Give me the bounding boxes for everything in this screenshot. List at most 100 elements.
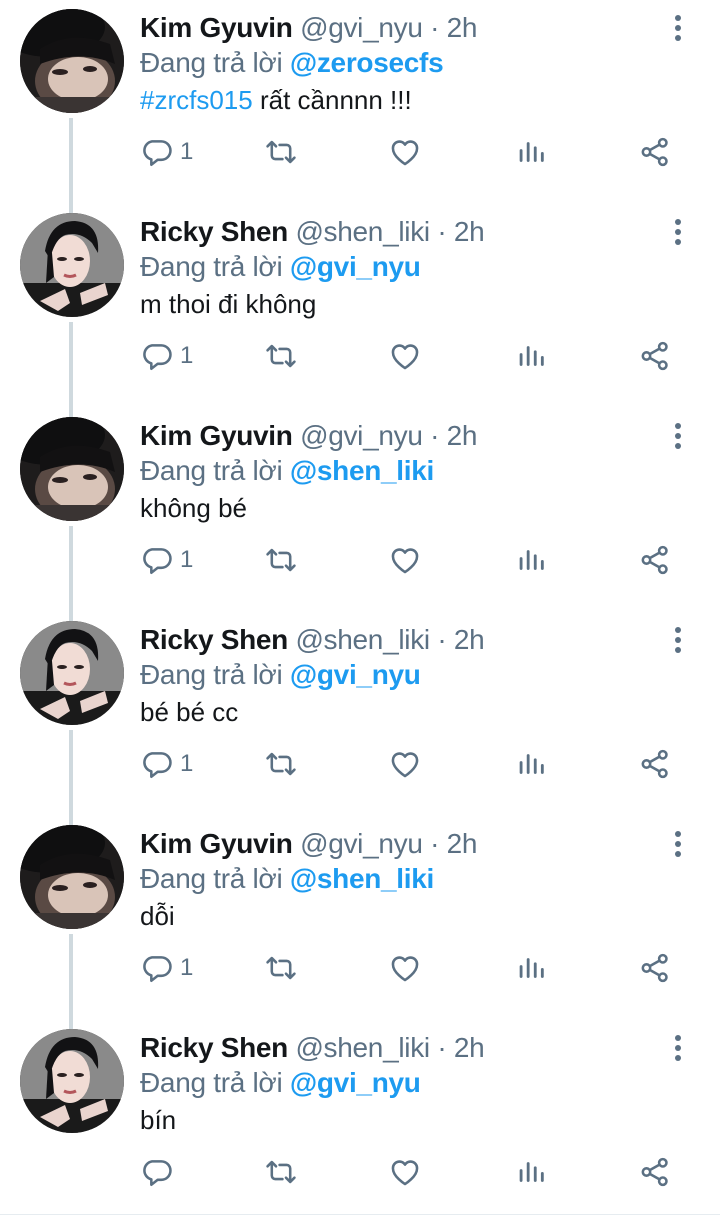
views-button[interactable] xyxy=(514,132,548,172)
views-button[interactable] xyxy=(514,1152,548,1192)
share-button[interactable] xyxy=(638,1152,672,1192)
reply-button[interactable]: 1 xyxy=(140,336,193,376)
tweet[interactable]: Kim Gyuvin @gvi_nyu · 2h Đang trả lời @z… xyxy=(0,0,720,204)
retweet-button[interactable] xyxy=(264,540,298,580)
reply-icon xyxy=(140,951,174,985)
separator-dot: · xyxy=(430,828,440,859)
views-button[interactable] xyxy=(514,948,548,988)
tweet[interactable]: Kim Gyuvin @gvi_nyu · 2h Đang trả lời @s… xyxy=(0,816,720,1020)
timestamp[interactable]: 2h xyxy=(447,828,478,859)
tweet-header: Kim Gyuvin @gvi_nyu · 2h xyxy=(140,418,477,454)
mention-link[interactable]: @shen_liki xyxy=(290,863,434,894)
action-bar xyxy=(0,1152,720,1192)
views-icon xyxy=(514,951,548,985)
tweet[interactable]: Ricky Shen @shen_liki · 2h Đang trả lời … xyxy=(0,204,720,408)
retweet-button[interactable] xyxy=(264,1152,298,1192)
replying-to-label: Đang trả lời xyxy=(140,47,283,78)
tweet[interactable]: Ricky Shen @shen_liki · 2h Đang trả lời … xyxy=(0,1020,720,1224)
retweet-button[interactable] xyxy=(264,132,298,172)
author-name[interactable]: Ricky Shen xyxy=(140,1032,288,1063)
reply-button[interactable]: 1 xyxy=(140,744,193,784)
action-bar: 1 xyxy=(0,132,720,172)
share-button[interactable] xyxy=(638,132,672,172)
retweet-icon xyxy=(264,135,298,169)
views-icon xyxy=(514,1155,548,1189)
reply-count: 1 xyxy=(180,342,194,369)
avatar[interactable] xyxy=(20,417,124,521)
more-vertical-icon[interactable] xyxy=(664,8,692,48)
like-button[interactable] xyxy=(388,744,422,784)
reply-count: 1 xyxy=(180,546,194,573)
retweet-icon xyxy=(264,747,298,781)
timestamp[interactable]: 2h xyxy=(454,1032,485,1063)
reply-button[interactable]: 1 xyxy=(140,948,193,988)
retweet-icon xyxy=(264,339,298,373)
tweet-header: Ricky Shen @shen_liki · 2h xyxy=(140,622,485,658)
more-vertical-icon[interactable] xyxy=(664,1028,692,1068)
mention-link[interactable]: @gvi_nyu xyxy=(290,659,421,690)
retweet-button[interactable] xyxy=(264,744,298,784)
reply-count: 1 xyxy=(180,954,194,981)
share-button[interactable] xyxy=(638,744,672,784)
author-name[interactable]: Kim Gyuvin xyxy=(140,420,293,451)
avatar[interactable] xyxy=(20,9,124,113)
more-vertical-icon[interactable] xyxy=(664,416,692,456)
like-button[interactable] xyxy=(388,1152,422,1192)
like-button[interactable] xyxy=(388,336,422,376)
separator-dot: · xyxy=(430,12,440,43)
share-button[interactable] xyxy=(638,948,672,988)
hashtag-link[interactable]: #zrcfs015 xyxy=(140,85,253,115)
author-handle[interactable]: @shen_liki xyxy=(295,216,430,247)
views-button[interactable] xyxy=(514,744,548,784)
author-handle[interactable]: @gvi_nyu xyxy=(300,12,423,43)
timestamp[interactable]: 2h xyxy=(454,216,485,247)
author-name[interactable]: Ricky Shen xyxy=(140,216,288,247)
timestamp[interactable]: 2h xyxy=(454,624,485,655)
mention-link[interactable]: @shen_liki xyxy=(290,455,434,486)
like-button[interactable] xyxy=(388,132,422,172)
share-button[interactable] xyxy=(638,336,672,376)
avatar[interactable] xyxy=(20,825,124,929)
like-button[interactable] xyxy=(388,540,422,580)
mention-link[interactable]: @gvi_nyu xyxy=(290,1067,421,1098)
avatar[interactable] xyxy=(20,1029,124,1133)
timestamp[interactable]: 2h xyxy=(447,420,478,451)
reply-button[interactable]: 1 xyxy=(140,132,193,172)
avatar[interactable] xyxy=(20,621,124,725)
mention-link[interactable]: @zerosecfs xyxy=(290,47,444,78)
action-bar: 1 xyxy=(0,744,720,784)
author-name[interactable]: Kim Gyuvin xyxy=(140,828,293,859)
avatar[interactable] xyxy=(20,213,124,317)
tweet[interactable]: Ricky Shen @shen_liki · 2h Đang trả lời … xyxy=(0,612,720,816)
reply-count: 1 xyxy=(180,750,194,777)
replying-to: Đang trả lời @gvi_nyu xyxy=(140,1065,421,1101)
more-vertical-icon[interactable] xyxy=(664,620,692,660)
views-button[interactable] xyxy=(514,336,548,376)
retweet-icon xyxy=(264,1155,298,1189)
reply-button[interactable] xyxy=(140,1152,174,1192)
timestamp[interactable]: 2h xyxy=(447,12,478,43)
tweet-text: #zrcfs015 rất cầnnnn !!! xyxy=(140,82,412,118)
like-button[interactable] xyxy=(388,948,422,988)
share-icon xyxy=(638,135,672,169)
replying-to: Đang trả lời @zerosecfs xyxy=(140,45,444,81)
replying-to: Đang trả lời @shen_liki xyxy=(140,453,434,489)
author-handle[interactable]: @shen_liki xyxy=(295,1032,430,1063)
more-vertical-icon[interactable] xyxy=(664,824,692,864)
tweet[interactable]: Kim Gyuvin @gvi_nyu · 2h Đang trả lời @s… xyxy=(0,408,720,612)
retweet-button[interactable] xyxy=(264,948,298,988)
author-name[interactable]: Ricky Shen xyxy=(140,624,288,655)
more-vertical-icon[interactable] xyxy=(664,212,692,252)
reply-button[interactable]: 1 xyxy=(140,540,193,580)
retweet-button[interactable] xyxy=(264,336,298,376)
mention-link[interactable]: @gvi_nyu xyxy=(290,251,421,282)
share-button[interactable] xyxy=(638,540,672,580)
views-button[interactable] xyxy=(514,540,548,580)
author-handle[interactable]: @gvi_nyu xyxy=(300,828,423,859)
author-name[interactable]: Kim Gyuvin xyxy=(140,12,293,43)
author-handle[interactable]: @gvi_nyu xyxy=(300,420,423,451)
author-handle[interactable]: @shen_liki xyxy=(295,624,430,655)
tweet-text-content: bé bé cc xyxy=(140,697,239,727)
share-icon xyxy=(638,747,672,781)
replying-to: Đang trả lời @gvi_nyu xyxy=(140,249,421,285)
